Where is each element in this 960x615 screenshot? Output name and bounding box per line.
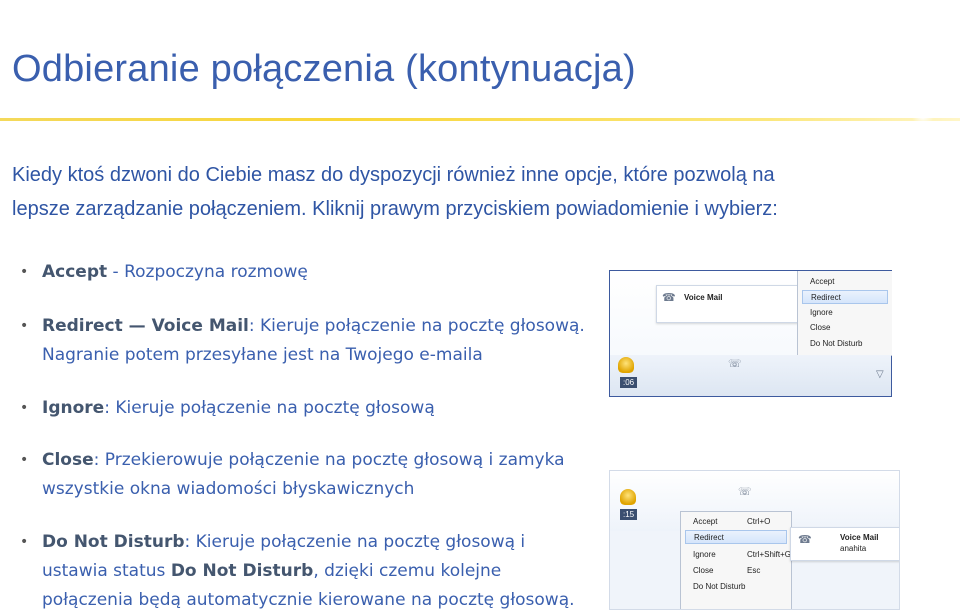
option-name: Redirect — Voice Mail <box>42 316 249 336</box>
context-menu: Accept Ctrl+O Redirect Ignore Ctrl+Shift+G… <box>680 511 792 609</box>
menu-item-ignore[interactable]: Ignore Ctrl+Shift+G <box>685 548 791 562</box>
status-name: Do Not Disturb <box>170 561 314 581</box>
option-description: : Kieruje połączenie na pocztę głosową i <box>184 532 526 552</box>
phone-icon: ☏ <box>728 357 742 370</box>
bullet-icon: • <box>20 400 29 416</box>
menu-label: Ignore <box>693 550 716 559</box>
menu-shortcut: Ctrl+O <box>747 517 771 526</box>
title-underline <box>0 118 960 121</box>
phone-icon: ☎ <box>662 291 676 304</box>
phone-icon: ☏ <box>738 485 752 498</box>
menu-item-accept[interactable]: Accept <box>802 275 888 289</box>
option-name: Do Not Disturb <box>42 532 185 552</box>
option-description-cont: Nagranie potem przesyłane jest na Twojeg… <box>42 345 483 365</box>
option-name: Ignore <box>42 398 105 418</box>
menu-shortcut: Esc <box>747 566 761 575</box>
toast-title: Voice Mail <box>684 293 723 302</box>
bell-icon <box>620 489 636 505</box>
intro-text: Kiedy ktoś dzwoni do Ciebie masz do dysp… <box>12 158 872 226</box>
taskbar <box>610 355 891 396</box>
underline-glint <box>912 112 934 124</box>
call-timer: :06 <box>620 377 638 388</box>
option-description: : Przekierowuje połączenie na pocztę gło… <box>93 450 565 470</box>
option-description-cont: ustawia status <box>42 561 171 581</box>
incoming-call-toast[interactable] <box>656 285 802 323</box>
intro-line-1: Kiedy ktoś dzwoni do Ciebie masz do dysp… <box>12 164 775 186</box>
menu-item-do-not-disturb[interactable]: Do Not Disturb <box>685 580 787 594</box>
call-timer: :15 <box>620 509 638 520</box>
menu-item-do-not-disturb[interactable]: Do Not Disturb <box>802 337 888 351</box>
option-description: : Kieruje połączenie na pocztę głosową <box>104 398 435 418</box>
menu-item-redirect[interactable]: Redirect <box>802 290 888 304</box>
option-name: Accept <box>42 262 108 282</box>
option-description: - Rozpoczyna rozmowę <box>107 262 308 282</box>
bullet-icon: • <box>20 318 29 334</box>
option-description-cont: , dzięki czemu kolejne <box>313 561 502 581</box>
bell-icon <box>618 357 634 373</box>
menu-label: Do Not Disturb <box>693 582 746 591</box>
option-description-cont: wszystkie okna wiadomości błyskawicznych <box>42 479 415 499</box>
phone-icon: ☎ <box>798 533 812 546</box>
caller-name: anahita <box>840 544 867 553</box>
menu-item-close[interactable]: Close <box>802 321 888 335</box>
screenshot-context-menu-1: ☎ Voice Mail Accept Redirect Ignore Clos… <box>609 270 892 397</box>
menu-label: Redirect <box>694 533 724 542</box>
bullet-icon: • <box>20 264 29 280</box>
menu-item-ignore[interactable]: Ignore <box>802 306 888 320</box>
menu-item-accept[interactable]: Accept Ctrl+O <box>685 515 787 529</box>
menu-shortcut: Ctrl+Shift+G <box>747 550 792 559</box>
option-description: : Kieruje połączenie na pocztę głosową. <box>248 316 585 336</box>
menu-label: Accept <box>693 517 718 526</box>
menu-label: Close <box>693 566 714 575</box>
menu-item-close[interactable]: Close Esc <box>685 564 787 578</box>
option-description-cont: połączenia będą automatycznie kierowane … <box>42 590 575 610</box>
menu-item-redirect[interactable]: Redirect <box>685 530 787 544</box>
bullet-icon: • <box>20 534 29 550</box>
toast-title: Voice Mail <box>840 533 879 542</box>
bullet-icon: • <box>20 452 29 468</box>
option-name: Close <box>42 450 94 470</box>
intro-line-2: lepsze zarządzanie połączeniem. Kliknij … <box>12 198 778 220</box>
flag-icon: ▽ <box>876 369 884 380</box>
screenshot-context-menu-2: :15 ☏ Accept Ctrl+O Redirect Ignore Ctrl+S… <box>609 470 900 610</box>
context-menu: Accept Redirect Ignore Close Do Not Dist… <box>797 271 892 356</box>
page-title: Odbieranie połączenia (kontynuacja) <box>12 48 636 90</box>
